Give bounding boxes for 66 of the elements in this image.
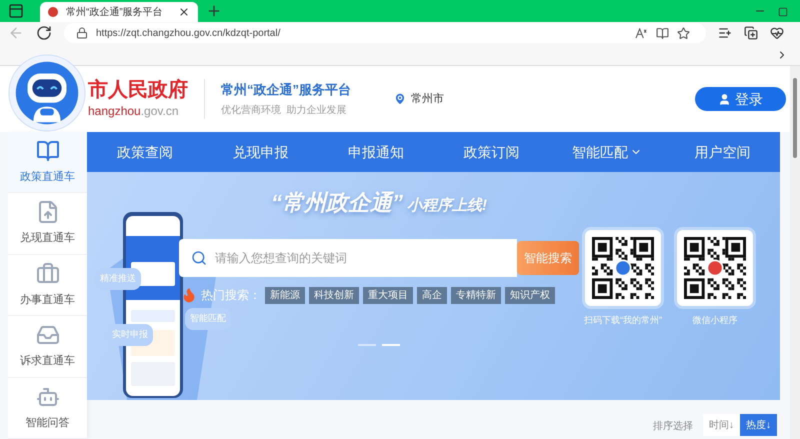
hot-search-label: 热门搜索： (201, 287, 261, 304)
sort-label: 排序选择 (653, 420, 693, 434)
sidebar-label: 诉求直通车 (20, 354, 75, 370)
qr-caption: 扫码下载“我的常州” (584, 314, 662, 327)
hot-tag[interactable]: 重大项目 (363, 286, 413, 304)
close-tab-icon[interactable] (178, 6, 190, 18)
sidebar-item[interactable]: 智能问答 (8, 378, 87, 439)
search-icon (191, 250, 207, 266)
banner-headline: “常州政企通” (271, 189, 403, 217)
nav-item[interactable]: 智能匹配 (549, 132, 664, 172)
reload-icon[interactable] (36, 25, 52, 41)
site-favicon-icon (48, 7, 58, 17)
search-input[interactable]: 请输入您想查询的关键词 (215, 249, 505, 267)
hot-tag[interactable]: 高企 (417, 286, 447, 304)
sort-option[interactable]: 热度↓ (740, 414, 777, 436)
tab-actions-icon[interactable] (8, 3, 24, 19)
briefcase-icon (36, 262, 60, 286)
sidebar-label: 兑现直通车 (20, 230, 75, 246)
hot-tag[interactable]: 专精特新 (451, 286, 501, 304)
maximize-icon[interactable] (778, 7, 788, 17)
sidebar-item[interactable]: 办事直通车 (8, 254, 87, 316)
nav-item[interactable]: 兑现申报 (202, 132, 318, 172)
hot-tag[interactable]: 知识产权 (505, 286, 555, 304)
qr-code (684, 237, 746, 299)
sidebar-label: 政策直通车 (20, 170, 75, 185)
nav-item[interactable]: 申报通知 (318, 132, 434, 172)
lock-icon (76, 27, 88, 39)
flame-icon (181, 287, 197, 303)
sort-option[interactable]: 时间↓ (703, 414, 740, 436)
nav-item[interactable]: 用户空间 (664, 132, 780, 172)
hot-tag[interactable]: 科技创新 (309, 286, 359, 304)
location-text[interactable]: 常州市 (411, 90, 444, 108)
tab-title: 常州“政企通”服务平台 (66, 6, 164, 20)
sidebar-label: 办事直通车 (20, 292, 75, 308)
heart-icon[interactable] (770, 26, 784, 40)
sidebar-item[interactable]: 兑现直通车 (8, 193, 87, 255)
new-tab-icon[interactable] (206, 3, 222, 19)
banner-headline-suffix: 小程序上线! (407, 196, 487, 216)
qr-caption: 微信小程序 (692, 314, 738, 327)
hot-tag[interactable]: 新能源 (265, 286, 305, 304)
favorites-list-icon[interactable] (718, 26, 732, 40)
location-pin-icon (393, 92, 407, 106)
smart-search-button[interactable]: 智能搜索 (517, 241, 579, 275)
site-name: 市人民政府 (88, 78, 188, 102)
nav-item[interactable]: 政策订阅 (434, 132, 549, 172)
login-button[interactable]: 登录 (695, 87, 786, 111)
user-icon (718, 92, 731, 106)
scrollbar[interactable] (790, 66, 800, 439)
sidebar-item[interactable]: 诉求直通车 (8, 316, 87, 378)
qr-code (592, 237, 654, 299)
platform-slogan: 优化营商环境 助力企业发展 (221, 104, 348, 118)
url-text: https://zqt.changzhou.gov.cn/kdzqt-portal/ (96, 26, 282, 40)
sidebar-item[interactable]: 政策直通车 (8, 132, 87, 194)
site-domain: hangzhou.gov.cn (88, 103, 180, 120)
reader-icon[interactable] (656, 26, 669, 40)
read-aloud-icon[interactable] (635, 28, 648, 38)
feature-bubble: 智能匹配 (185, 308, 231, 330)
search-field[interactable]: 请输入您想查询的关键词 (179, 239, 517, 277)
browser-tab[interactable]: 常州“政企通”服务平台 (40, 2, 198, 22)
sidebar-label: 智能问答 (26, 416, 70, 431)
address-bar[interactable]: https://zqt.changzhou.gov.cn/kdzqt-portal/ (64, 23, 706, 43)
platform-title: 常州“政企通”服务平台 (221, 80, 351, 99)
collections-icon[interactable] (744, 26, 758, 40)
book-icon (36, 138, 60, 163)
favorite-icon[interactable] (677, 26, 690, 40)
nav-item[interactable]: 政策查阅 (87, 132, 202, 172)
